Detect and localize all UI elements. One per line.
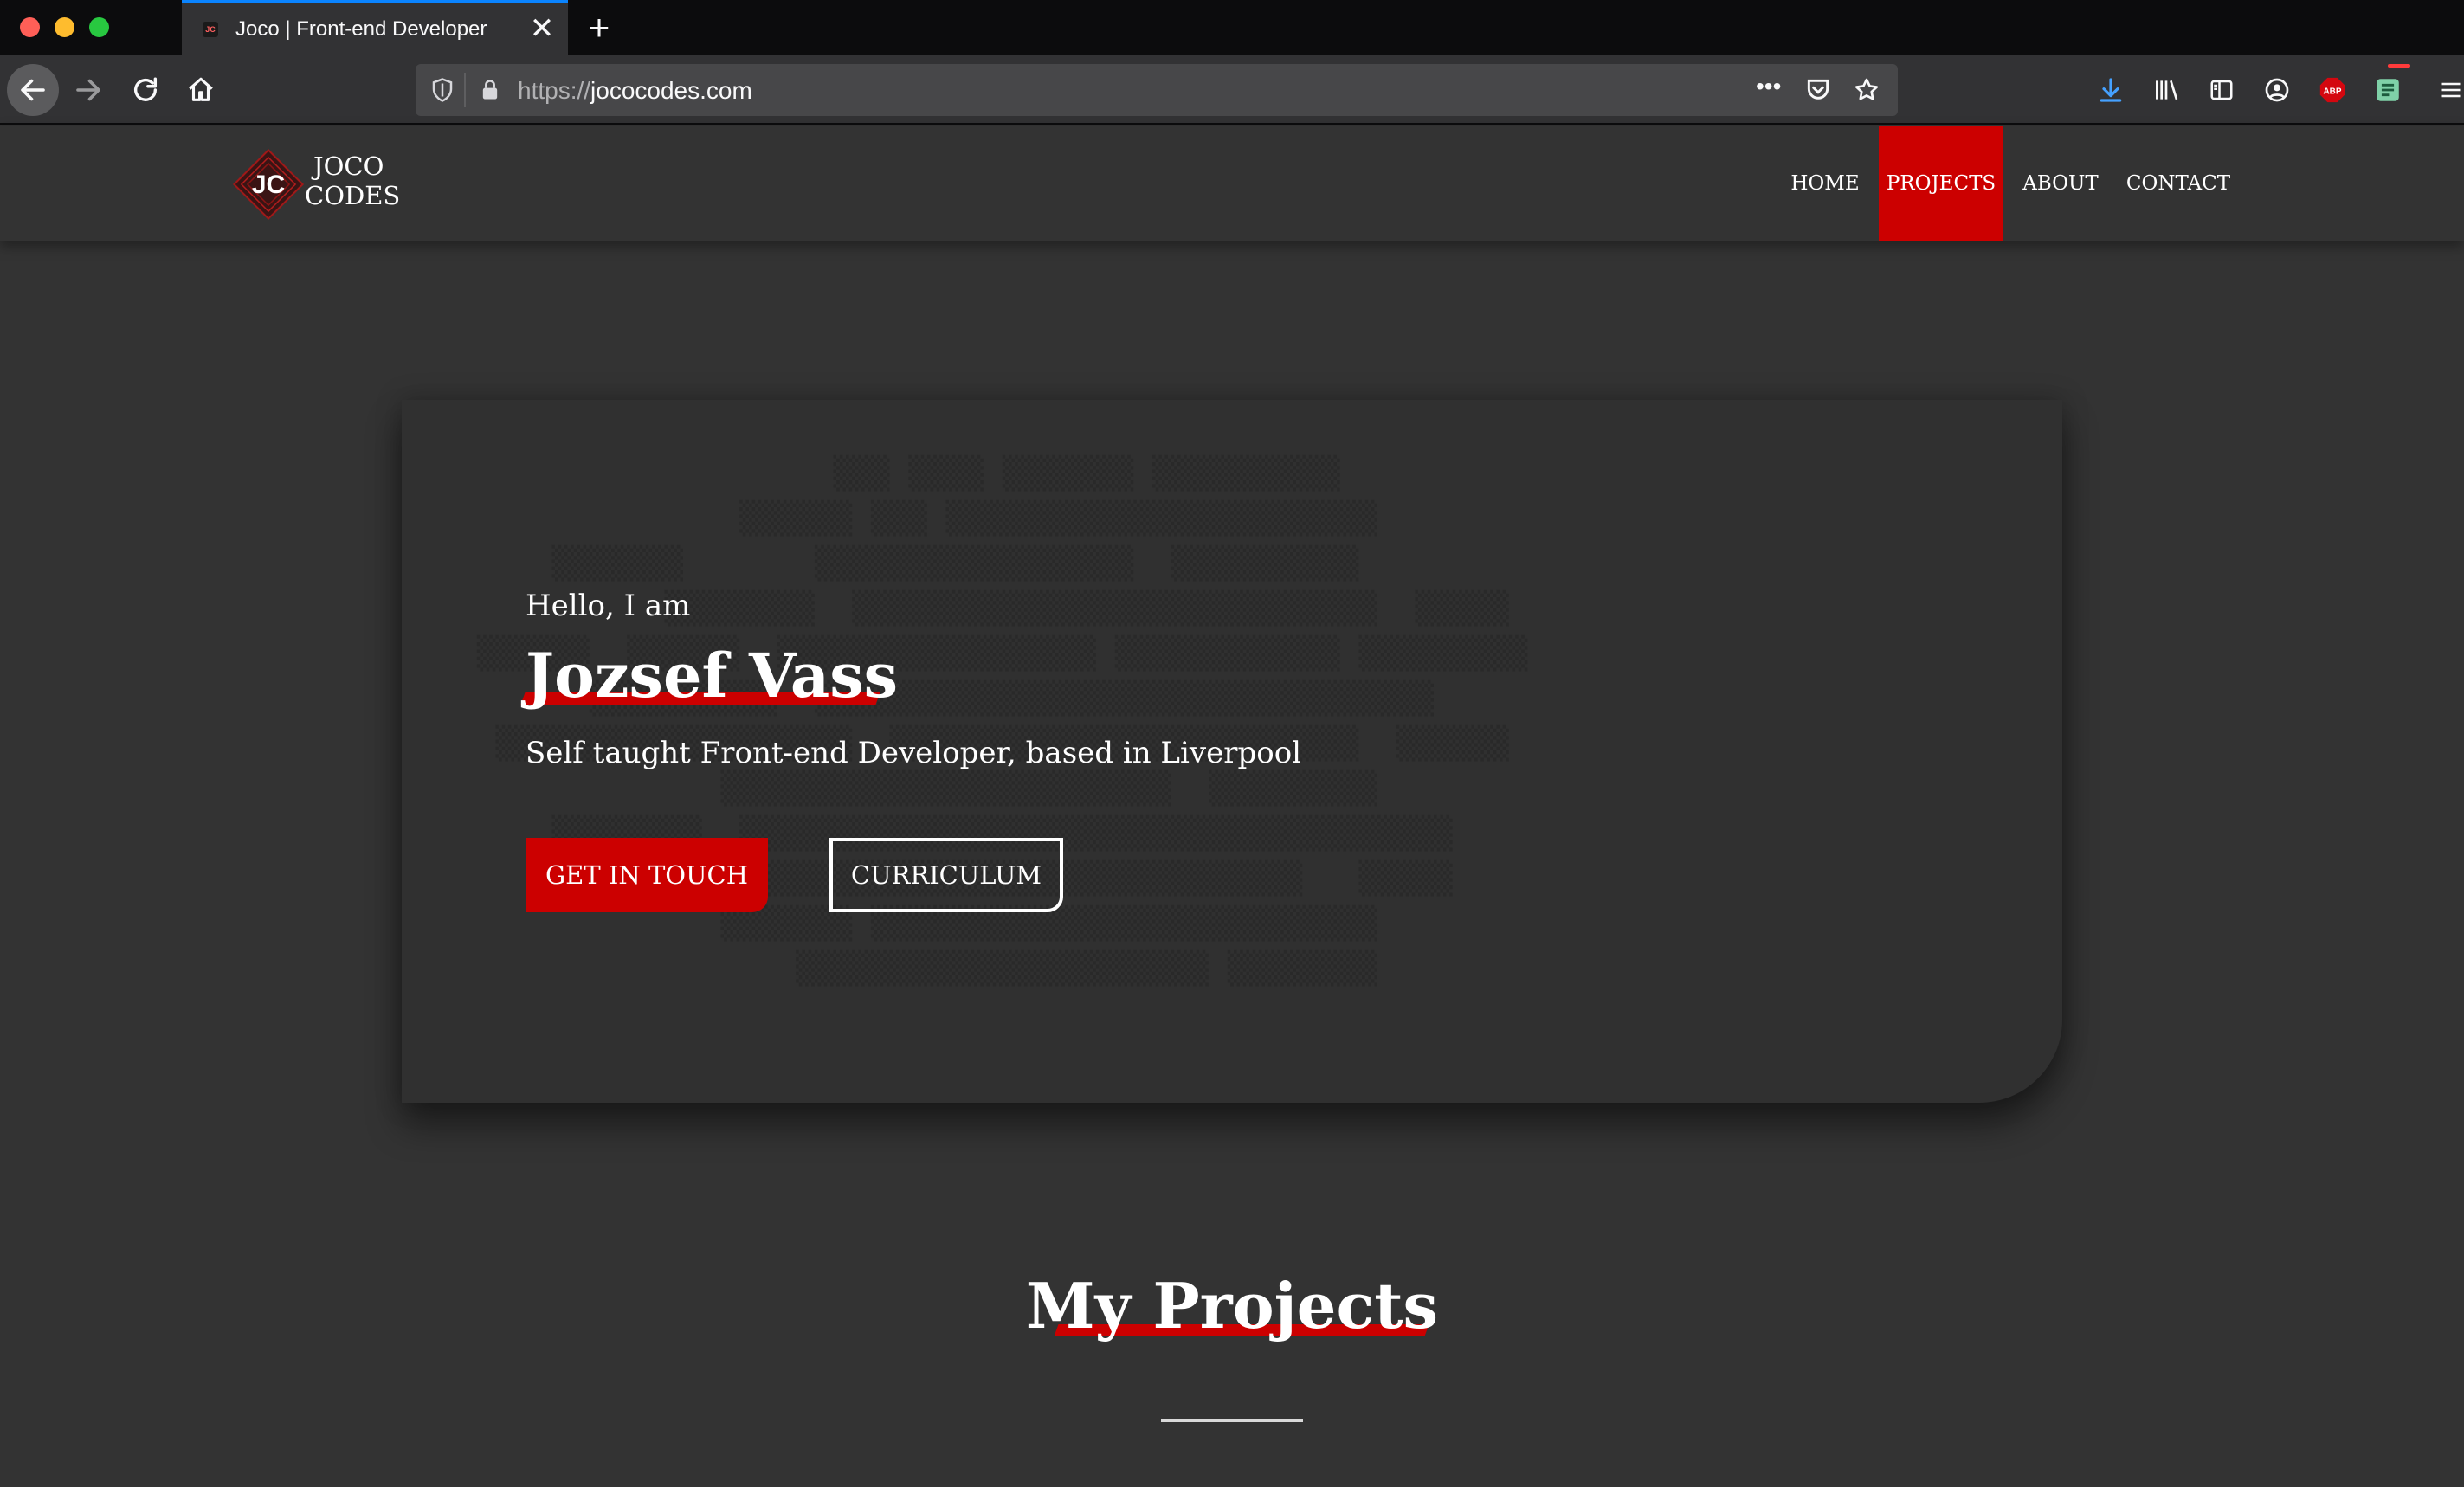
hero-name: Jozsef Vass: [526, 640, 899, 711]
address-bar-separator: [464, 73, 466, 107]
menu-icon[interactable]: [2438, 74, 2464, 106]
arrow-left-icon: [21, 79, 45, 101]
url-host: jococodes.com: [590, 77, 752, 104]
nav-home[interactable]: HOME: [1787, 126, 1863, 241]
lock-icon[interactable]: [478, 76, 502, 108]
browser-titlebar: JC Joco | Front-end Developer ✕ +: [0, 0, 2464, 55]
adblock-label: ABP: [2324, 87, 2342, 96]
new-tab-button[interactable]: +: [582, 9, 616, 47]
maximize-window-button[interactable]: [89, 17, 109, 37]
browser-toolbar: https://jococodes.com ••• ABP: [0, 55, 2464, 125]
url-protocol: https://: [518, 77, 591, 104]
page-actions-icon[interactable]: •••: [1756, 73, 1781, 100]
hero-greeting: Hello, I am: [526, 589, 691, 623]
extension-badge: [2388, 64, 2410, 68]
main-nav: HOME PROJECTS ABOUT CONTACT: [0, 126, 2464, 241]
back-button[interactable]: [7, 64, 59, 116]
section-divider: [1161, 1419, 1303, 1422]
get-in-touch-button[interactable]: GET IN TOUCH: [526, 838, 768, 912]
pocket-icon[interactable]: [1804, 76, 1832, 108]
nav-about[interactable]: ABOUT: [2017, 126, 2104, 241]
close-window-button[interactable]: [20, 17, 40, 37]
projects-section-title: My Projects: [1025, 1269, 1439, 1342]
tracking-protection-icon[interactable]: [429, 76, 455, 108]
arrow-right-icon: [76, 79, 100, 101]
reload-button[interactable]: [119, 64, 171, 116]
downloads-icon[interactable]: [2095, 74, 2126, 106]
home-button[interactable]: [175, 64, 227, 116]
tab-title: Joco | Front-end Developer: [235, 17, 487, 41]
home-icon: [189, 77, 213, 101]
sidebar-icon[interactable]: [2206, 74, 2237, 106]
forward-button[interactable]: [62, 64, 114, 116]
site-header: JC JOCO CODES HOME PROJECTS ABOUT CONTAC…: [0, 126, 2464, 241]
reload-icon: [133, 77, 158, 101]
library-icon[interactable]: [2151, 74, 2182, 106]
reader-extension-icon[interactable]: [2372, 74, 2403, 106]
address-bar[interactable]: https://jococodes.com •••: [416, 64, 1898, 116]
close-tab-icon[interactable]: ✕: [526, 13, 558, 44]
account-icon[interactable]: [2261, 74, 2293, 106]
url-text[interactable]: https://jococodes.com: [518, 77, 752, 105]
favicon-icon: JC: [203, 22, 218, 37]
curriculum-button[interactable]: CURRICULUM: [829, 838, 1063, 912]
hero-tagline: Self taught Front-end Developer, based i…: [526, 736, 1302, 770]
minimize-window-button[interactable]: [55, 17, 74, 37]
nav-contact[interactable]: CONTACT: [2125, 126, 2232, 241]
adblock-plus-icon[interactable]: ABP: [2317, 74, 2348, 106]
bookmark-star-icon[interactable]: [1853, 76, 1880, 108]
nav-projects[interactable]: PROJECTS: [1879, 126, 2003, 241]
browser-tab-active[interactable]: JC Joco | Front-end Developer ✕: [182, 0, 568, 55]
